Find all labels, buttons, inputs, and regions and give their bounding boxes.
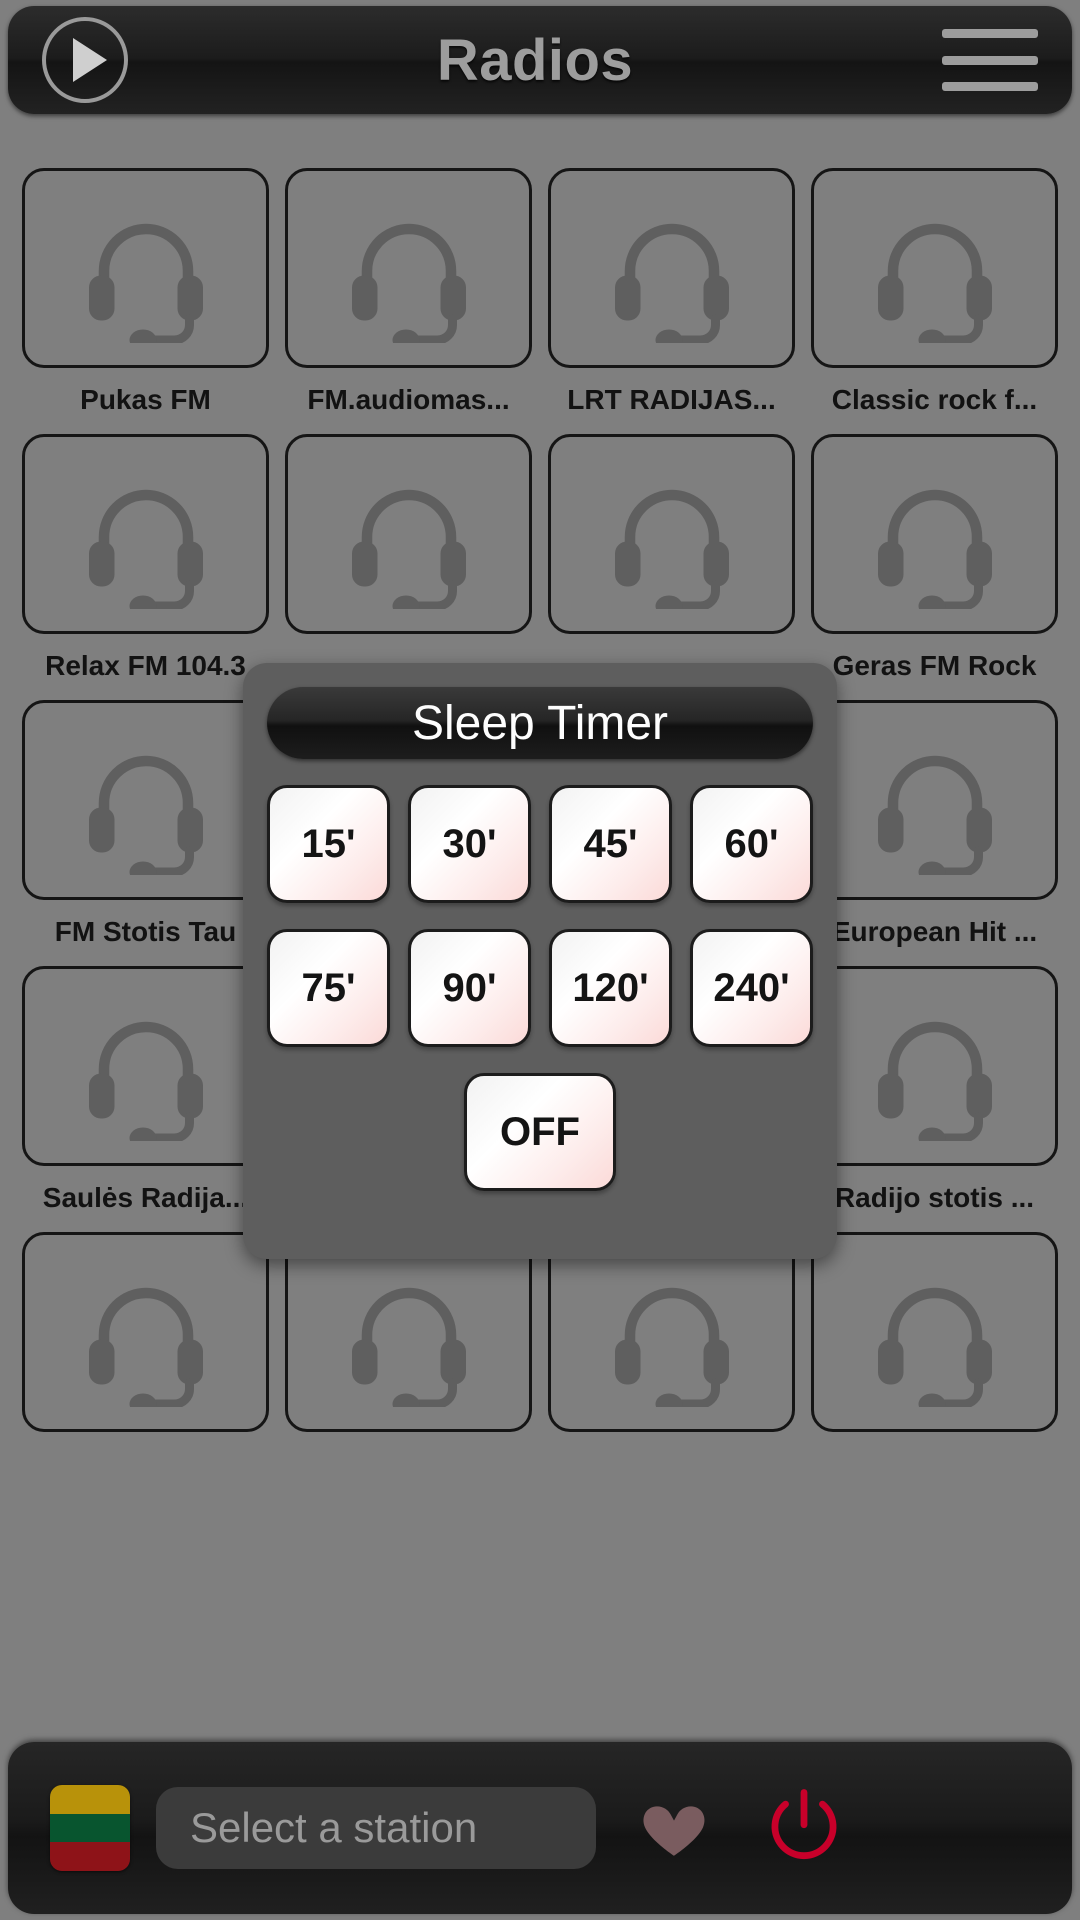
station-cell[interactable]: Relax FM 104.3 [14, 434, 277, 682]
station-label: European Hit ... [831, 916, 1038, 947]
station-card[interactable] [811, 1232, 1058, 1432]
station-card[interactable] [22, 966, 269, 1166]
headset-icon [877, 1021, 992, 1141]
station-cell[interactable]: Saulės Radija... [14, 966, 277, 1214]
station-card[interactable] [22, 1232, 269, 1432]
timer-option-240[interactable]: 240' [690, 929, 813, 1047]
headset-icon [614, 489, 729, 609]
timer-option-30[interactable]: 30' [408, 785, 531, 903]
timer-option-45[interactable]: 45' [549, 785, 672, 903]
headset-icon [877, 1287, 992, 1407]
select-station-field[interactable]: Select a station [156, 1787, 596, 1869]
headset-icon [88, 1287, 203, 1407]
station-cell[interactable] [540, 434, 803, 682]
station-card[interactable] [548, 168, 795, 368]
flag-stripe-red [50, 1842, 130, 1871]
station-card[interactable] [811, 700, 1058, 900]
station-card[interactable] [548, 434, 795, 634]
headset-icon [351, 1287, 466, 1407]
station-cell[interactable] [803, 1232, 1066, 1448]
station-card[interactable] [811, 168, 1058, 368]
station-cell[interactable]: Classic rock f... [803, 168, 1066, 416]
station-cell[interactable]: Radijo stotis ... [803, 966, 1066, 1214]
station-label: Saulės Radija... [42, 1182, 249, 1213]
station-label: FM Stotis Tau [54, 916, 237, 947]
hamburger-line-2 [942, 55, 1038, 65]
station-label: Radijo stotis ... [834, 1182, 1035, 1213]
station-cell[interactable] [277, 1232, 540, 1448]
station-label: Classic rock f... [831, 384, 1038, 415]
headset-icon [351, 223, 466, 343]
headset-icon [614, 1287, 729, 1407]
bottom-bar: Select a station [8, 1742, 1072, 1914]
select-station-placeholder: Select a station [190, 1804, 478, 1851]
station-label: Geras FM Rock [832, 650, 1037, 681]
flag-stripe-yellow [50, 1785, 130, 1814]
station-cell[interactable]: FM Stotis Tau [14, 700, 277, 948]
station-card[interactable] [285, 1232, 532, 1432]
play-triangle [73, 38, 107, 82]
headset-icon [88, 223, 203, 343]
power-button[interactable] [752, 1786, 856, 1870]
hamburger-line-3 [942, 82, 1038, 91]
station-cell[interactable]: Pukas FM [14, 168, 277, 416]
heart-icon [643, 1806, 705, 1856]
station-card[interactable] [811, 434, 1058, 634]
hamburger-line-1 [942, 29, 1038, 38]
station-cell[interactable]: LRT RADIJAS... [540, 168, 803, 416]
lithuania-flag-icon[interactable] [50, 1785, 130, 1871]
station-cell[interactable] [540, 1232, 803, 1448]
station-cell[interactable] [277, 434, 540, 682]
play-circle-icon[interactable] [42, 17, 128, 103]
station-card[interactable] [22, 168, 269, 368]
headset-icon [877, 223, 992, 343]
headset-icon [877, 489, 992, 609]
headset-icon [614, 223, 729, 343]
station-card[interactable] [285, 168, 532, 368]
station-label: Pukas FM [80, 384, 211, 415]
timer-option-120[interactable]: 120' [549, 929, 672, 1047]
dialog-title-bar: Sleep Timer [267, 687, 813, 759]
station-label: Relax FM 104.3 [45, 650, 246, 681]
station-cell[interactable]: Geras FM Rock [803, 434, 1066, 682]
sleep-timer-dialog: Sleep Timer 15' 30' 45' 60' 75' 90' 120'… [243, 663, 837, 1259]
app-root: Radios Pukas FM FM.audiomas... LRT RADIJ… [0, 0, 1080, 1920]
favorite-button[interactable] [622, 1791, 726, 1865]
timer-options-row-1: 15' 30' 45' 60' [267, 785, 813, 903]
timer-option-90[interactable]: 90' [408, 929, 531, 1047]
station-card[interactable] [22, 700, 269, 900]
page-title: Radios [436, 27, 634, 93]
station-label: LRT RADIJAS... [567, 384, 776, 415]
station-label: FM.audiomas... [307, 384, 510, 415]
station-cell[interactable] [14, 1232, 277, 1448]
headset-icon [88, 755, 203, 875]
dialog-title: Sleep Timer [411, 696, 669, 750]
timer-option-75[interactable]: 75' [267, 929, 390, 1047]
station-cell[interactable]: FM.audiomas... [277, 168, 540, 416]
timer-option-15[interactable]: 15' [267, 785, 390, 903]
headset-icon [88, 489, 203, 609]
hamburger-menu-icon[interactable] [942, 25, 1038, 95]
timer-options-row-2: 75' 90' 120' 240' [267, 929, 813, 1047]
timer-off-row: OFF [267, 1073, 813, 1191]
power-icon [771, 1789, 837, 1860]
headset-icon [88, 1021, 203, 1141]
station-cell[interactable]: European Hit ... [803, 700, 1066, 948]
headset-icon [877, 755, 992, 875]
top-app-bar: Radios [8, 6, 1072, 114]
flag-stripe-green [50, 1813, 130, 1843]
station-card[interactable] [22, 434, 269, 634]
timer-off-button[interactable]: OFF [464, 1073, 616, 1191]
headset-icon [351, 489, 466, 609]
station-card[interactable] [811, 966, 1058, 1166]
station-card[interactable] [548, 1232, 795, 1432]
timer-option-60[interactable]: 60' [690, 785, 813, 903]
station-card[interactable] [285, 434, 532, 634]
